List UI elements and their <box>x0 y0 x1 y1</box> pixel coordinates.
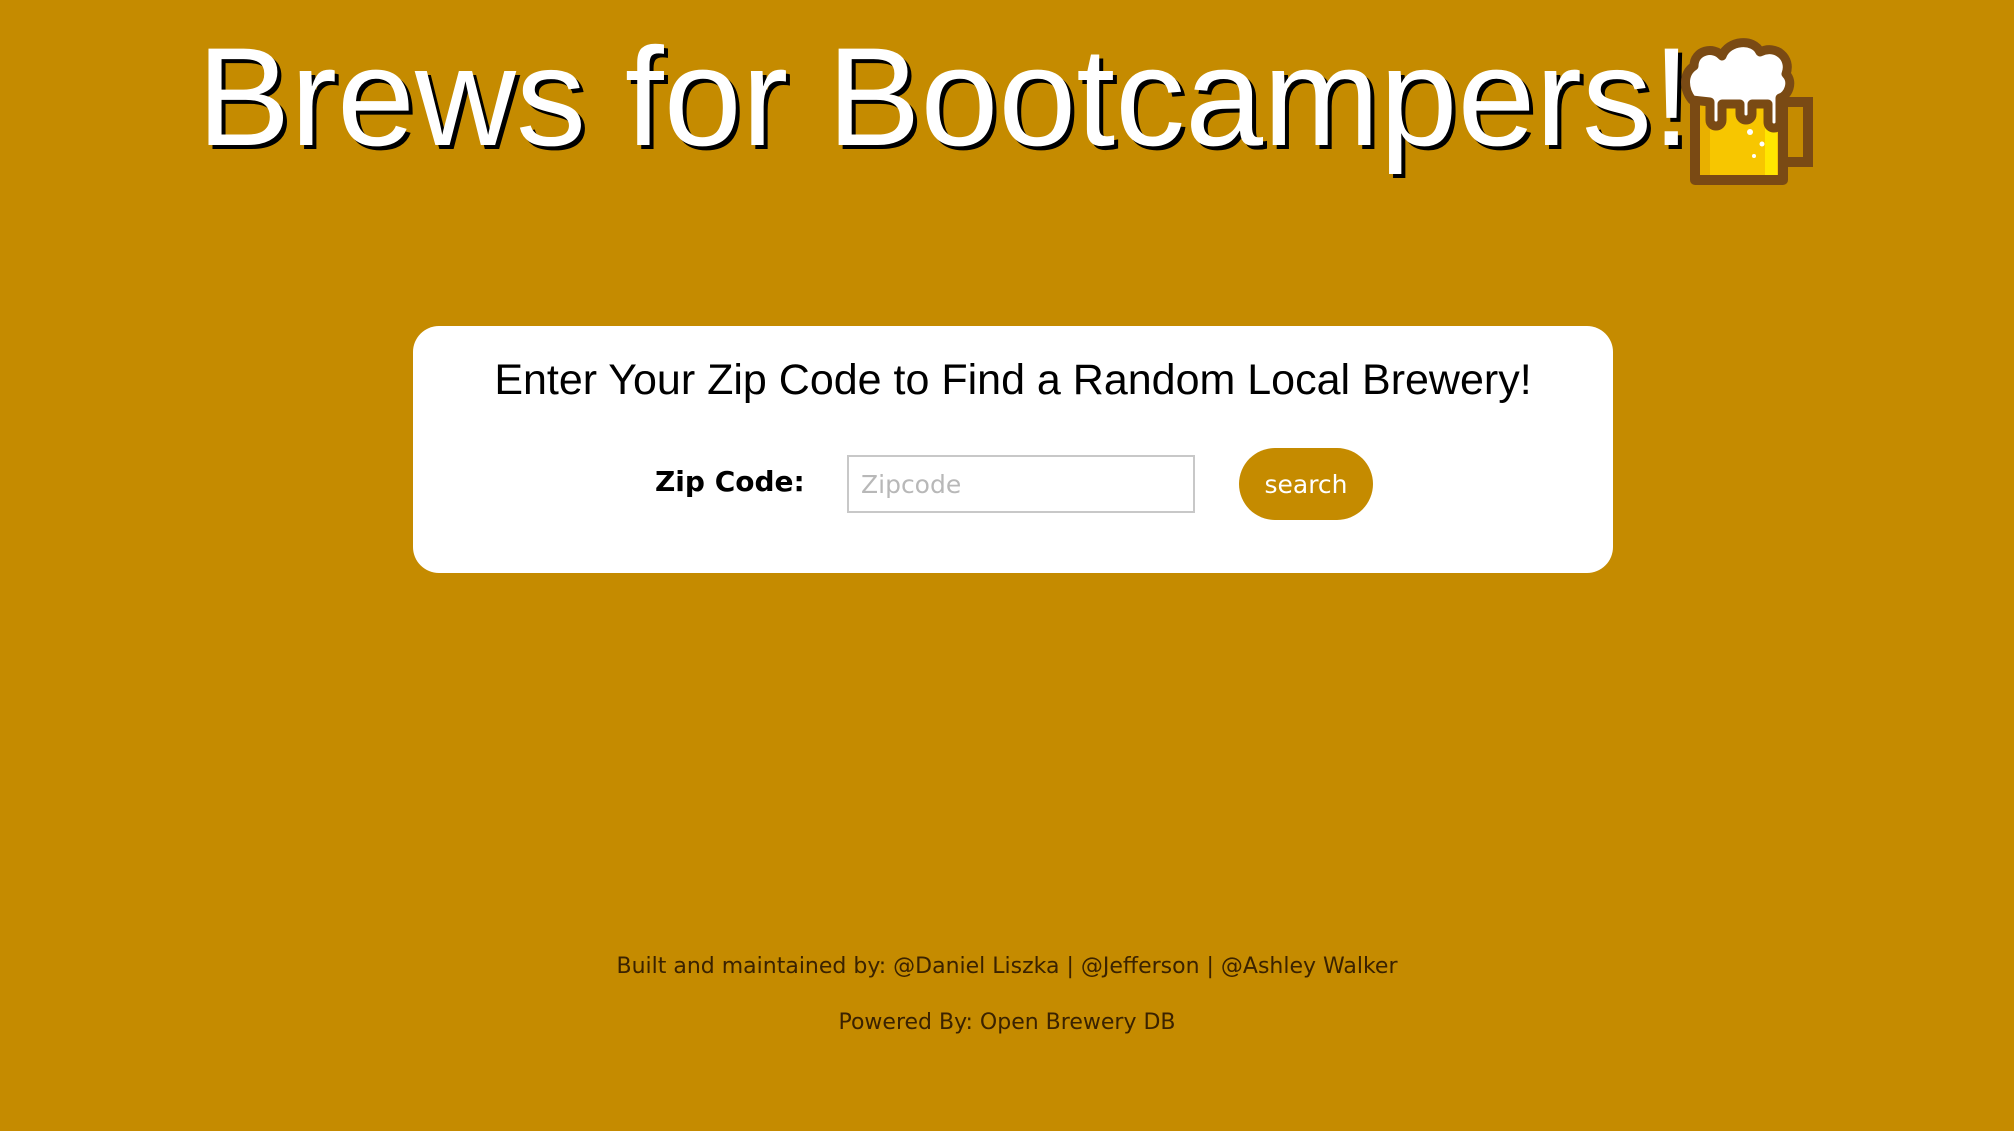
search-card: Enter Your Zip Code to Find a Random Loc… <box>413 326 1613 573</box>
credits-text: Built and maintained by: @Daniel Liszka … <box>616 954 1398 979</box>
page-footer: Built and maintained by: @Daniel Liszka … <box>0 950 2014 1040</box>
beer-mug-icon <box>1681 38 1813 185</box>
page-title: Brews for Bootcampers! <box>197 18 1691 175</box>
powered-by-text: Powered By: Open Brewery DB <box>838 1010 1176 1035</box>
page-header: Brews for Bootcampers! <box>0 0 2014 200</box>
search-button[interactable]: search <box>1239 448 1373 520</box>
zip-code-label: Zip Code: <box>655 465 805 498</box>
search-heading: Enter Your Zip Code to Find a Random Loc… <box>494 356 1532 404</box>
zip-code-input[interactable] <box>847 455 1195 513</box>
